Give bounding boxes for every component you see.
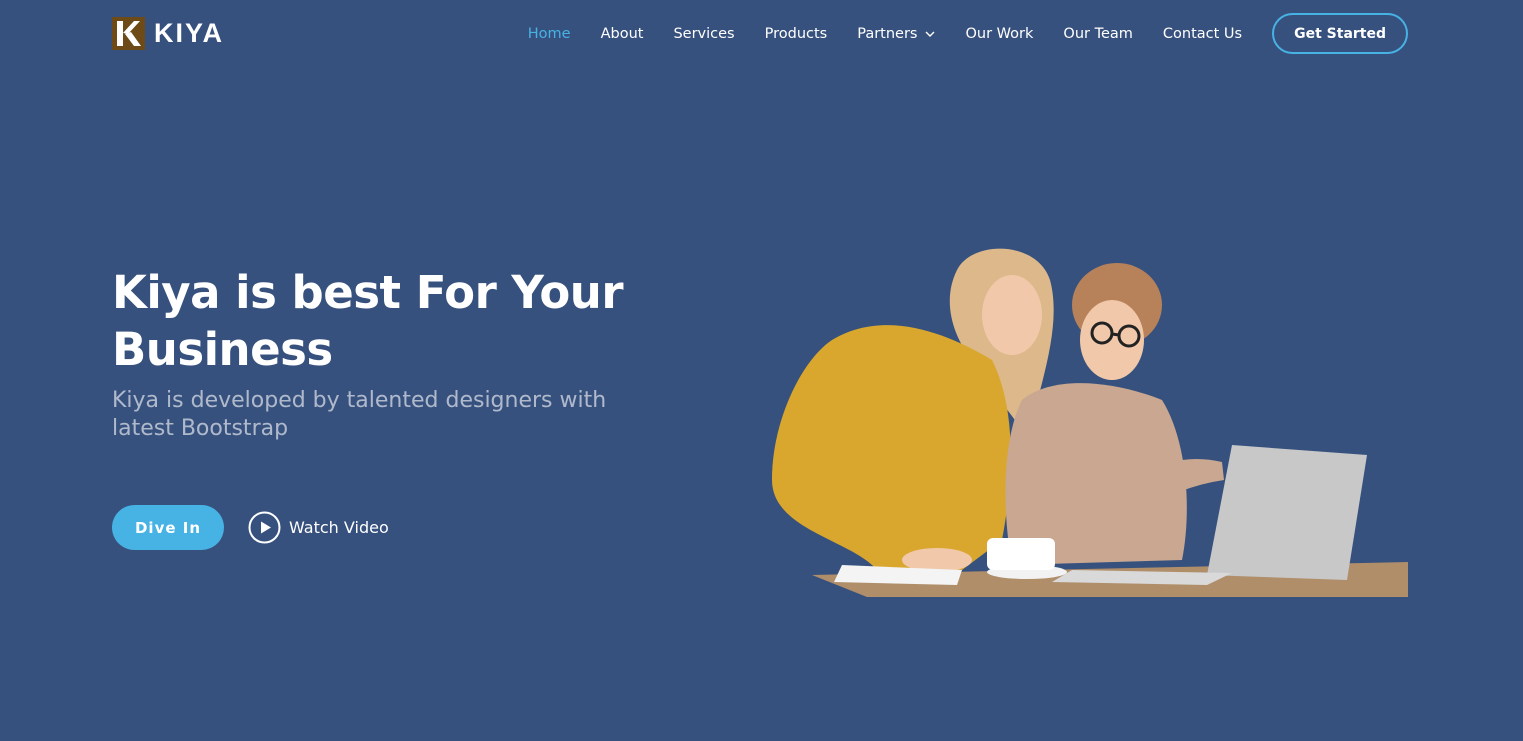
logo-icon: [112, 17, 145, 50]
nav-services[interactable]: Services: [673, 26, 734, 42]
nav-contact-us[interactable]: Contact Us: [1163, 26, 1242, 42]
get-started-button[interactable]: Get Started: [1272, 13, 1408, 54]
coffee-cup-icon: [987, 538, 1067, 579]
watch-video-button[interactable]: Watch Video: [248, 511, 389, 544]
chevron-down-icon: [925, 31, 934, 37]
nav-products-label: Products: [764, 25, 828, 42]
hero-subtitle: Kiya is developed by talented designers …: [112, 388, 607, 441]
dive-in-button[interactable]: Dive In: [112, 505, 224, 550]
watch-video-label: Watch Video: [289, 518, 389, 537]
nav-our-work[interactable]: Our Work: [966, 26, 1034, 42]
nav-our-team[interactable]: Our Team: [1063, 26, 1133, 42]
nav-our-work-label: Our Work: [965, 25, 1034, 42]
brand-logo[interactable]: KIYA: [112, 17, 224, 50]
woman-right-face: [1080, 300, 1144, 380]
nav-contact-us-label: Contact Us: [1162, 25, 1243, 42]
nav-services-label: Services: [673, 25, 735, 42]
nav-partners[interactable]: Partners: [857, 26, 935, 42]
hero-image: [772, 248, 1408, 597]
nav-our-team-label: Our Team: [1063, 25, 1133, 42]
nav-about[interactable]: About: [601, 26, 644, 42]
site-header: KIYA Home About Services Products Partne…: [0, 0, 1523, 66]
nav-home[interactable]: Home: [528, 26, 571, 42]
main-nav: Home About Services Products Partners Ou…: [498, 13, 1408, 54]
woman-left-sweater: [772, 325, 1011, 570]
hero-title: Kiya is best For Your Business: [112, 266, 624, 376]
logo-k-glyph: [112, 17, 145, 50]
nav-partners-label: Partners: [857, 25, 918, 42]
play-circle-icon: [248, 511, 281, 544]
brand-name: KIYA: [154, 18, 225, 48]
nav-products[interactable]: Products: [765, 26, 828, 42]
nav-home-label: Home: [527, 25, 571, 42]
woman-left-face: [982, 275, 1042, 355]
nav-about-label: About: [600, 25, 644, 42]
